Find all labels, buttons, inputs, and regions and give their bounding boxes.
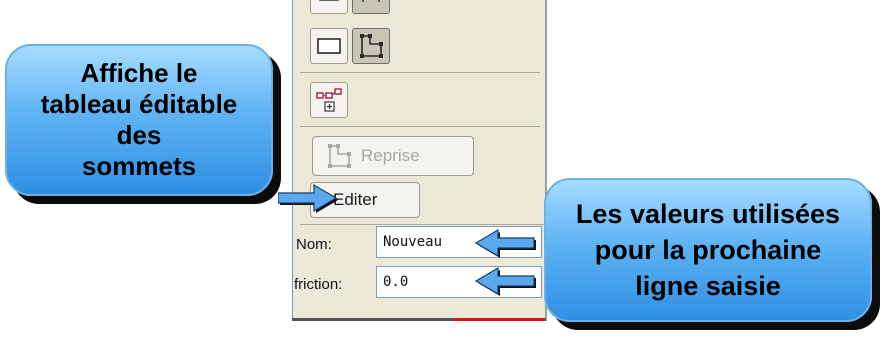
polyline-edit-icon <box>360 34 383 58</box>
node-graph-icon <box>316 88 342 112</box>
toolbar-separator <box>300 126 540 127</box>
arrow-left-icon <box>474 266 536 296</box>
reprise-button[interactable]: Reprise <box>312 136 474 176</box>
arrow-right-icon <box>278 183 338 213</box>
tool-button-top-left[interactable] <box>310 0 348 14</box>
polyline-edit-icon <box>328 144 351 168</box>
toolbar-separator <box>300 72 540 73</box>
shape-tool-icon <box>362 0 380 2</box>
graph-tool-button[interactable] <box>310 82 348 118</box>
callout-edit-table-text: Affiche le tableau éditable des sommets <box>40 58 238 181</box>
rectangle-tool-button[interactable] <box>310 28 348 64</box>
shape-tool-icon <box>319 0 339 1</box>
tool-button-top-right[interactable] <box>352 0 390 14</box>
friction-label: friction: <box>294 276 343 293</box>
callout-edit-table: Affiche le tableau éditable des sommets <box>5 44 273 196</box>
arrow-left-icon <box>474 228 536 258</box>
reprise-label: Reprise <box>361 146 420 165</box>
nom-label: Nom: <box>296 236 332 253</box>
rectangle-icon <box>317 38 341 54</box>
callout-next-values-text: Les valeurs utilisées pour la prochaine … <box>575 199 841 301</box>
panel-bottom-accent <box>454 318 544 321</box>
form-separator <box>300 224 544 225</box>
callout-next-values: Les valeurs utilisées pour la prochaine … <box>544 178 872 322</box>
polyline-tool-button[interactable] <box>352 28 390 64</box>
